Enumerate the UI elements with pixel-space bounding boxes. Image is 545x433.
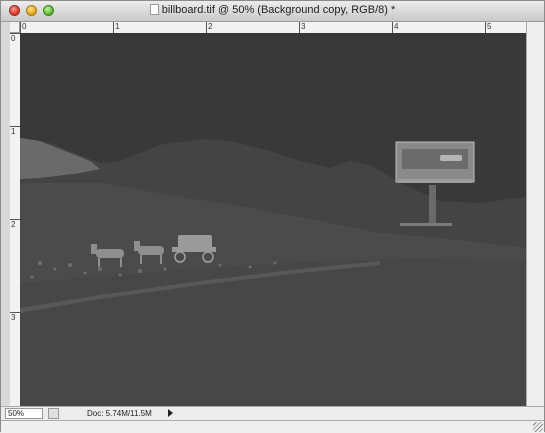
ruler-label: 3 bbox=[301, 22, 306, 31]
ruler-label: 3 bbox=[11, 313, 16, 322]
ruler-label: 4 bbox=[394, 22, 399, 31]
status-icon[interactable] bbox=[48, 408, 59, 419]
ruler-label: 1 bbox=[115, 22, 120, 31]
vertical-scrollbar[interactable] bbox=[526, 22, 544, 406]
document-size-info: Doc: 5.74M/11.5M bbox=[87, 409, 152, 418]
left-gutter bbox=[1, 22, 10, 406]
arrow-right-icon[interactable] bbox=[168, 409, 173, 417]
resize-grip[interactable] bbox=[533, 422, 543, 432]
ruler-label: 5 bbox=[487, 22, 492, 31]
window-title-text: billboard.tif @ 50% (Background copy, RG… bbox=[161, 4, 396, 16]
ruler-label: 0 bbox=[11, 34, 16, 43]
horizontal-scrollbar[interactable] bbox=[1, 420, 544, 433]
ruler-label: 2 bbox=[208, 22, 213, 31]
ruler-label: 2 bbox=[11, 220, 16, 229]
ruler-origin[interactable] bbox=[10, 22, 20, 33]
document-icon bbox=[149, 4, 159, 15]
zoom-level-field[interactable]: 50% bbox=[5, 408, 43, 419]
canvas-image bbox=[20, 33, 526, 406]
ruler-label: 0 bbox=[22, 22, 27, 31]
status-bar: 50% Doc: 5.74M/11.5M bbox=[1, 406, 544, 421]
document-canvas[interactable] bbox=[20, 33, 526, 406]
window-title: billboard.tif @ 50% (Background copy, RG… bbox=[1, 4, 544, 16]
ruler-label: 1 bbox=[11, 127, 16, 136]
photoshop-document-window: billboard.tif @ 50% (Background copy, RG… bbox=[0, 0, 545, 433]
title-bar[interactable]: billboard.tif @ 50% (Background copy, RG… bbox=[1, 1, 544, 22]
